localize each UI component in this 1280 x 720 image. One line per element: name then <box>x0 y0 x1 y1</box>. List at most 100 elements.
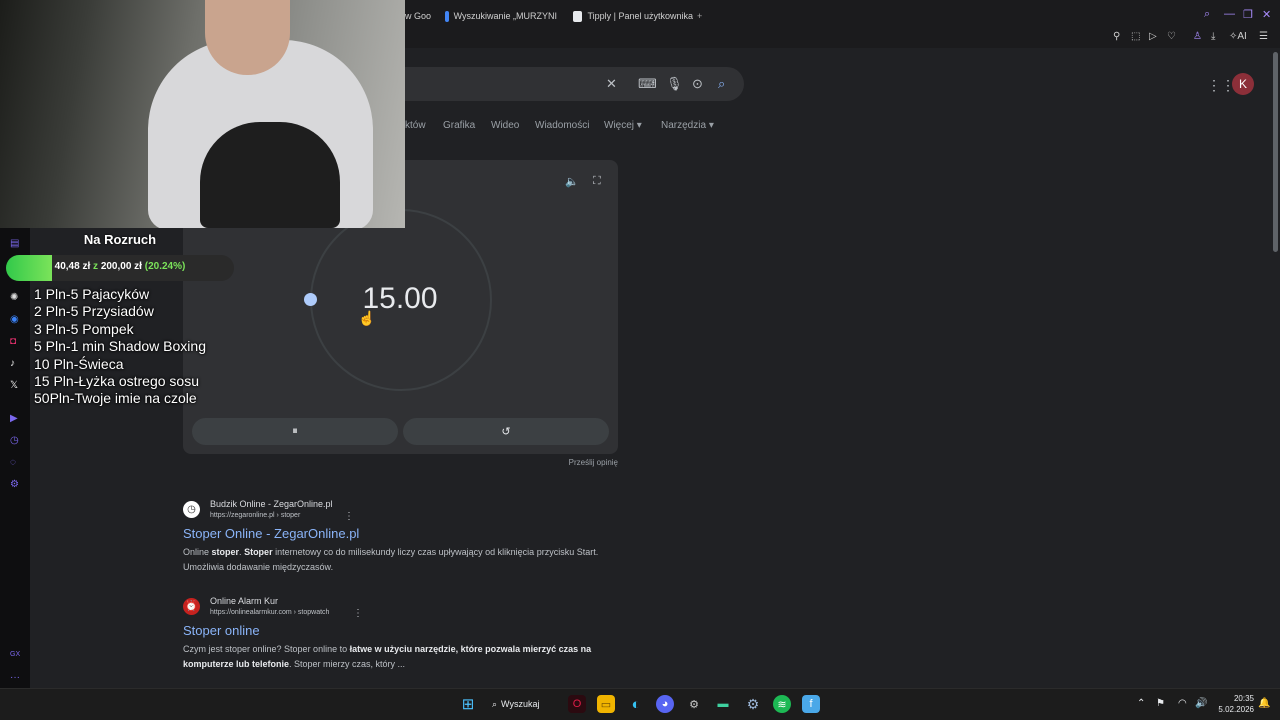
reward-item: 2 Pln-5 Przysiadów <box>34 303 154 320</box>
play-icon[interactable]: ▷ <box>1149 31 1157 42</box>
result-snippet: Czym jest stoper online? Stoper online t… <box>183 644 592 669</box>
heart-icon[interactable]: ♡ <box>1167 31 1176 42</box>
avatar[interactable]: K <box>1232 73 1254 95</box>
search-tabs-icon[interactable]: ⌕ <box>1204 8 1210 21</box>
sidebar-app-icon[interactable]: ▤ <box>10 238 19 249</box>
lens-icon[interactable]: ⊙ <box>692 76 703 92</box>
apps-grid-icon[interactable]: ⋮⋮ <box>1207 77 1235 94</box>
spotify-icon[interactable]: ≋ <box>773 695 791 713</box>
tray-app-icon[interactable]: ⚑ <box>1156 698 1165 709</box>
tiktok-icon[interactable]: ♪ <box>10 358 15 369</box>
menu-icon[interactable]: ☰ <box>1259 31 1268 42</box>
timer-progress-dot <box>304 293 317 306</box>
tipply-favicon-icon <box>573 10 583 22</box>
tab-google-search[interactable]: Wyszukiwanie „MURZYNI <box>445 7 557 25</box>
goal-progress-text: 40,48 zł z 200,00 zł (20.24%) <box>6 261 234 272</box>
app-f-icon[interactable]: f <box>802 695 820 713</box>
edge-icon[interactable]: ◐ <box>627 695 645 713</box>
new-tab-button[interactable]: + <box>697 7 702 25</box>
tab-partial[interactable]: w Goo <box>405 7 431 25</box>
result-url[interactable]: https://zegaronline.pl › stoper <box>210 512 300 519</box>
tab-label: Tipply | Panel użytkownika <box>587 11 693 21</box>
clear-icon[interactable]: ✕ <box>606 76 617 92</box>
download-icon[interactable]: ⤓ <box>1211 31 1215 42</box>
ai-icon[interactable]: ✧AI <box>1229 31 1247 42</box>
chat-icon[interactable]: ◌ <box>10 457 16 468</box>
tab-label: w Goo <box>405 11 432 21</box>
player-icon[interactable]: ▶ <box>10 413 18 424</box>
webcam-chair <box>200 122 340 228</box>
reset-button[interactable]: ↺ <box>403 418 609 445</box>
feedback-link[interactable]: Prześlij opinię <box>540 458 618 467</box>
goal-title: Na Rozruch <box>83 232 157 247</box>
clock-time: 20:35 <box>1233 694 1254 703</box>
goal-target: 200,00 zł <box>100 261 142 272</box>
volume-icon[interactable]: 🔊 <box>1195 698 1207 709</box>
tab-news[interactable]: Wiadomości <box>535 120 589 131</box>
result-snippet: Online stoper. Stoper internetowy co do … <box>183 547 599 572</box>
screenshot-icon[interactable]: ⬚ <box>1131 31 1140 42</box>
file-explorer-icon[interactable]: ▭ <box>597 695 615 713</box>
search-icon: ⌕ <box>492 698 498 709</box>
chatgpt-icon[interactable]: ✺ <box>10 292 18 303</box>
steam-like-icon[interactable]: ⚙ <box>685 695 703 713</box>
tab-tools[interactable]: Narzędzia ▾ <box>661 120 714 131</box>
pause-button[interactable]: ⏸ <box>192 418 398 445</box>
result-site-name: Budzik Online - ZegarOnline.pl <box>210 499 333 509</box>
instagram-icon[interactable]: ◘ <box>10 336 16 347</box>
sound-icon[interactable]: 🔈 <box>565 175 579 188</box>
pause-icon: ⏸ <box>292 425 298 437</box>
zegaronline-favicon-icon: ◷ <box>183 501 200 518</box>
scrollbar-thumb[interactable] <box>1273 52 1278 252</box>
goal-separator: z <box>93 261 99 272</box>
close-icon[interactable]: ✕ <box>1262 8 1271 21</box>
reward-item: 3 Pln-5 Pompek <box>34 320 134 337</box>
more-options-icon[interactable]: ⋮ <box>344 511 354 522</box>
settings-icon[interactable]: ⚙ <box>10 479 19 490</box>
result-title-link[interactable]: Stoper online <box>183 623 260 638</box>
tab-video[interactable]: Wideo <box>491 120 519 131</box>
fullscreen-icon[interactable]: ⛶ <box>593 175 601 188</box>
tab-images[interactable]: Grafika <box>443 120 475 131</box>
windows-start-icon[interactable]: ⊞ <box>459 695 477 713</box>
tab-tools-label: Narzędzia <box>661 120 707 131</box>
goal-current: 40,48 zł <box>54 261 91 272</box>
result-title-link[interactable]: Stoper Online - ZegarOnline.pl <box>183 526 359 541</box>
history-icon[interactable]: ◷ <box>10 435 19 446</box>
tab-more[interactable]: Więcej ▾ <box>604 120 642 131</box>
more-options-icon[interactable]: ⋮ <box>353 608 363 619</box>
google-favicon-icon <box>445 10 449 22</box>
more-icon[interactable]: ··· <box>10 672 20 683</box>
search-input[interactable] <box>360 67 744 101</box>
terminal-icon[interactable]: ▬ <box>714 695 732 713</box>
pin-icon[interactable]: ⚲ <box>1113 31 1120 42</box>
reset-icon: ↺ <box>501 426 511 438</box>
taskbar-search-label: Wyszukaj <box>501 699 540 709</box>
messenger-icon[interactable]: ◉ <box>10 314 19 325</box>
keyboard-icon[interactable]: ⌨ <box>638 76 657 92</box>
tray-chevron-icon[interactable]: ⌃ <box>1137 698 1145 709</box>
result-url[interactable]: https://onlinealarmkur.com › stopwatch <box>210 609 329 616</box>
taskbar-clock[interactable]: 20:35 5.02.2026 <box>1212 693 1254 715</box>
discord-icon[interactable]: ◕ <box>656 695 674 713</box>
result-site-name: Online Alarm Kur <box>210 596 279 606</box>
microphone-icon[interactable]: 🎙 <box>666 76 683 92</box>
gx-icon[interactable]: GX <box>10 651 20 658</box>
tab-tipply[interactable]: Tipply | Panel użytkownika <box>573 7 693 25</box>
settings-gear-icon[interactable]: ⚙ <box>744 695 762 713</box>
donation-rewards-list: 1 Pln-5 Pajacyków 2 Pln-5 Przysiadów 3 Pln… <box>34 286 206 408</box>
search-icon[interactable]: ⌕ <box>718 76 725 92</box>
opera-gx-icon[interactable]: O <box>568 695 586 713</box>
tab-products[interactable]: któw <box>405 120 426 131</box>
goal-percent: (20.24%) <box>144 261 186 272</box>
restore-icon[interactable]: ❐ <box>1243 8 1253 21</box>
notification-bell-icon[interactable]: 🔔 <box>1258 698 1270 709</box>
profile-icon[interactable]: ♙ <box>1193 31 1202 42</box>
taskbar-search[interactable]: ⌕ Wyszukaj <box>492 694 554 714</box>
minimize-icon[interactable]: — <box>1224 8 1235 20</box>
wifi-icon[interactable]: ◠ <box>1178 698 1187 709</box>
x-icon[interactable]: 𝕏 <box>10 380 18 391</box>
tab-label: Wyszukiwanie „MURZYNI <box>453 11 557 21</box>
dropdown-icon: ▾ <box>636 120 642 131</box>
reward-item: 5 Pln-1 min Shadow Boxing <box>34 338 206 355</box>
